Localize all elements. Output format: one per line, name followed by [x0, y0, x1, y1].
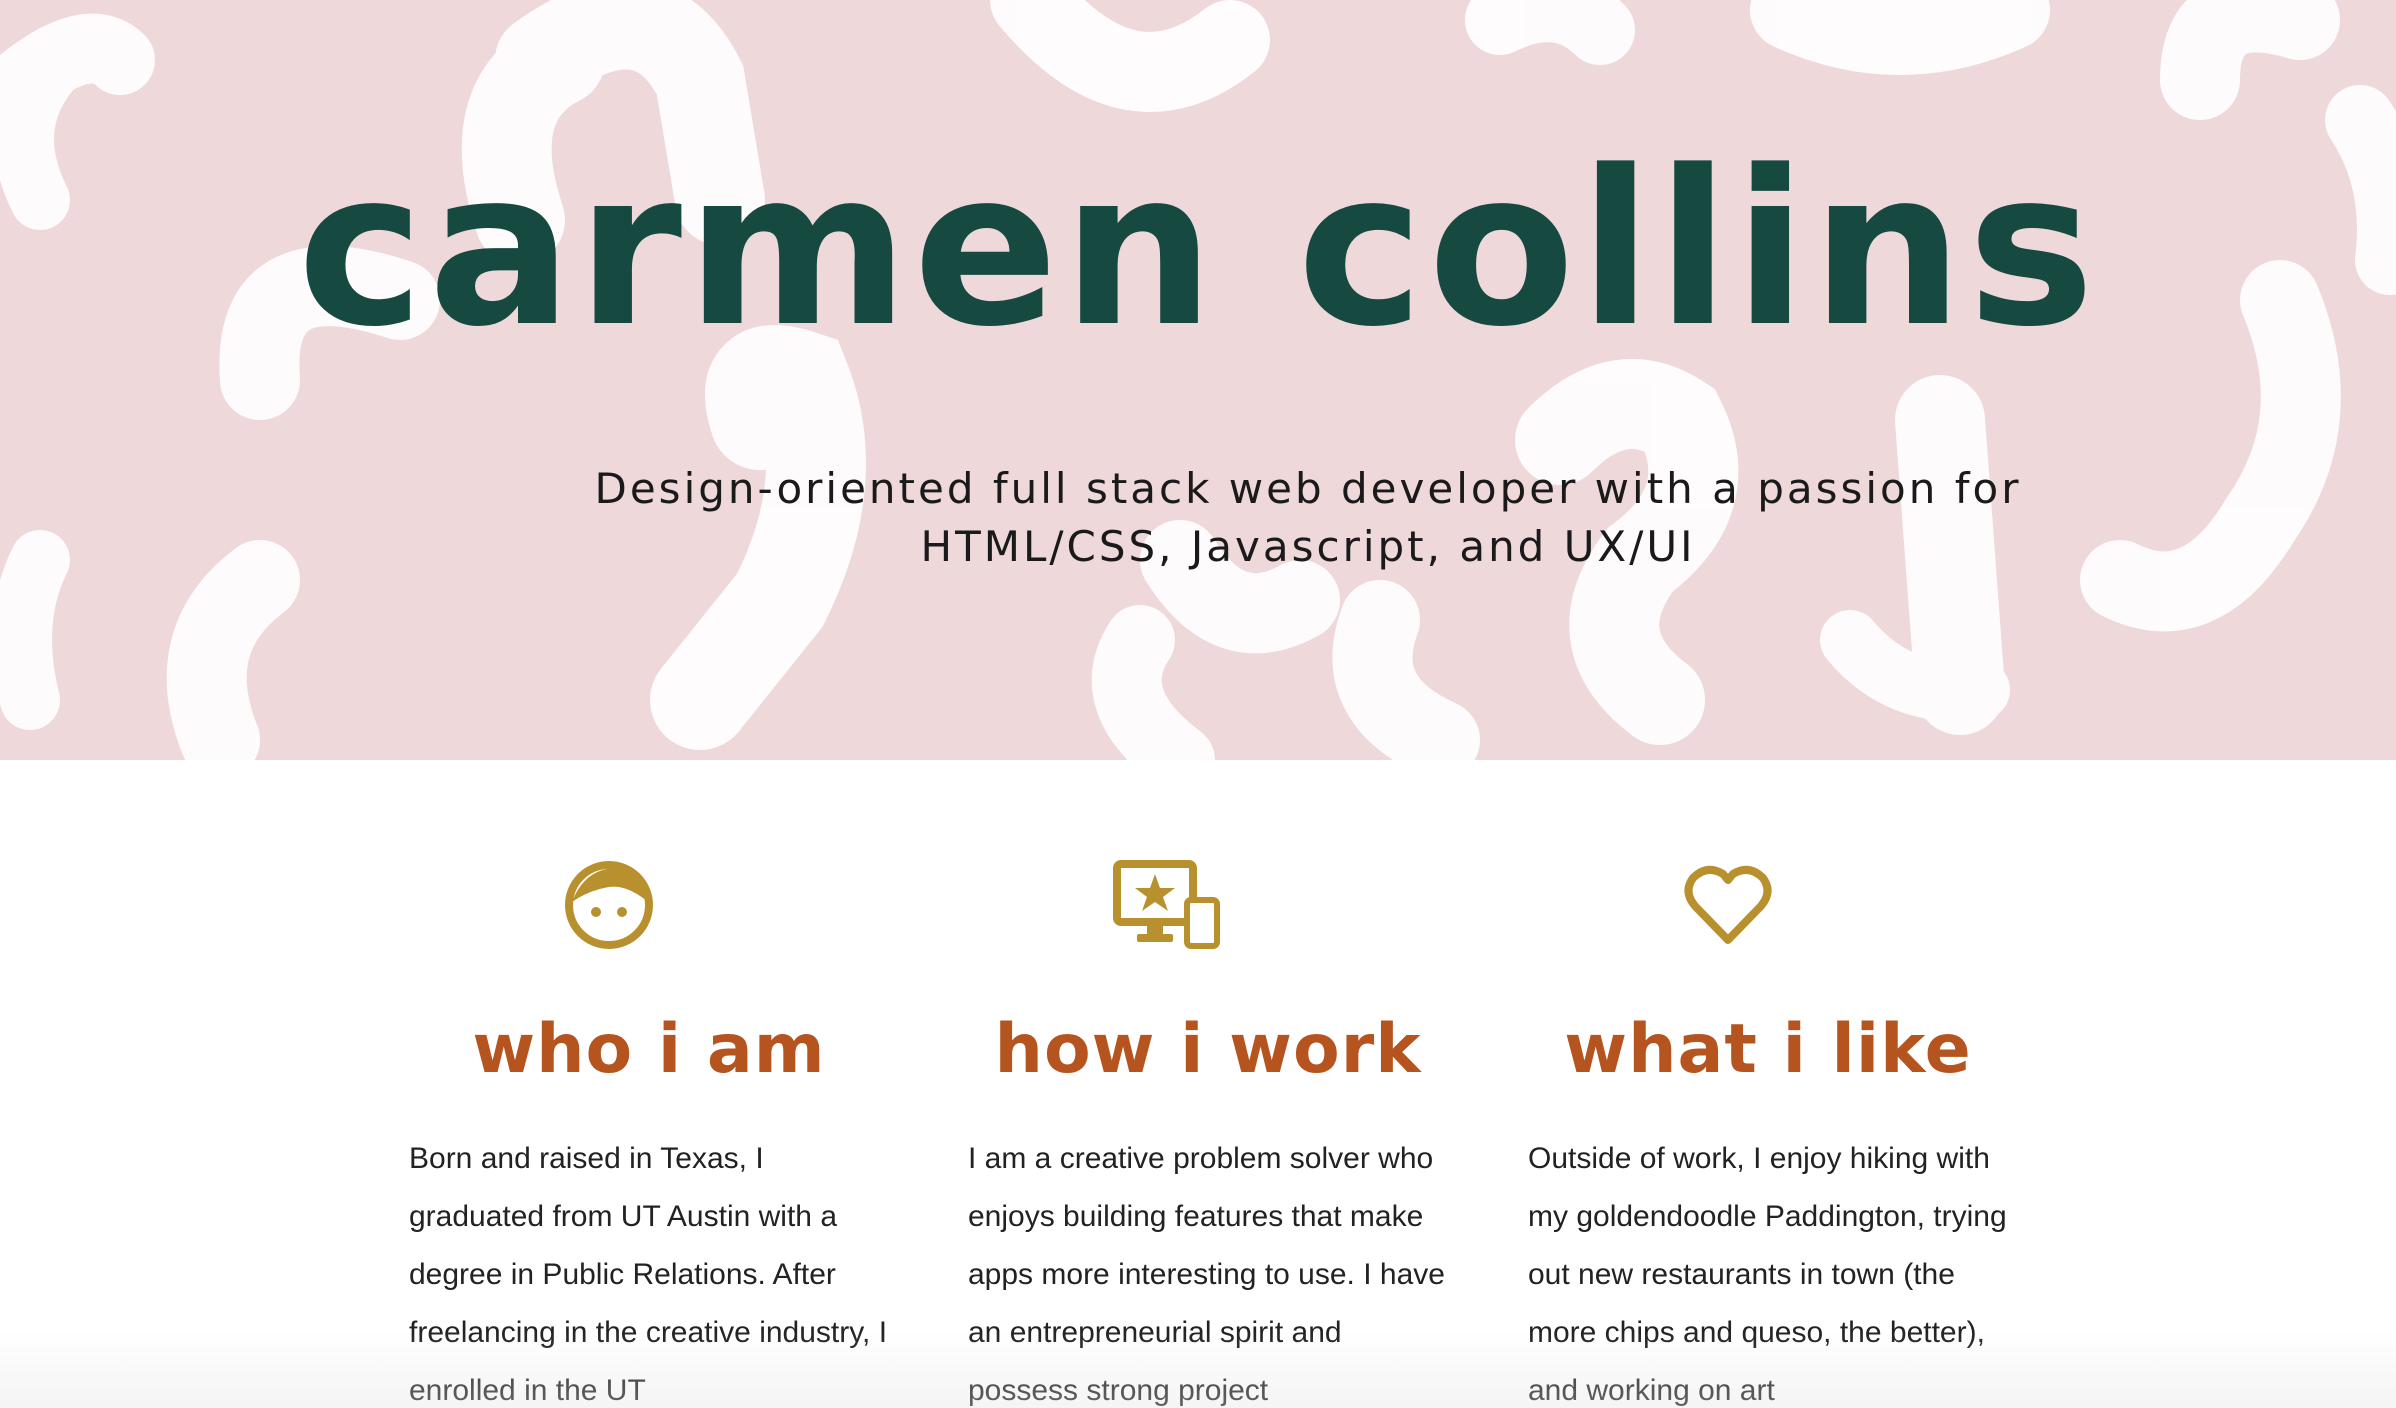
feature-icon-wrapper	[1488, 860, 1968, 960]
feature-icon-wrapper	[369, 860, 849, 960]
feature-body: Outside of work, I enjoy hiking with my …	[1528, 1142, 2007, 1407]
feature-heading: who i am	[472, 1010, 826, 1089]
face-icon	[565, 861, 653, 949]
about-features: who i am Born and raised in Texas, I gra…	[0, 760, 2396, 1408]
hero-tagline: Design-oriented full stack web developer…	[594, 464, 2022, 571]
feature-icon-wrapper	[928, 860, 1408, 960]
feature-body: I am a creative problem solver who enjoy…	[968, 1142, 1445, 1407]
feature-heading: what i like	[1564, 1010, 1972, 1089]
page: carmen collins Design-oriented full stac…	[0, 0, 2396, 1408]
devices-star-icon	[1113, 860, 1220, 949]
feature-heading: how i work	[994, 1010, 1422, 1089]
heart-icon	[1684, 865, 1772, 944]
page-title: carmen collins	[297, 125, 2099, 374]
feature-body: Born and raised in Texas, I graduated fr…	[409, 1142, 888, 1407]
hero-banner: carmen collins Design-oriented full stac…	[0, 0, 2396, 760]
brushstroke-pattern	[0, 0, 2396, 760]
